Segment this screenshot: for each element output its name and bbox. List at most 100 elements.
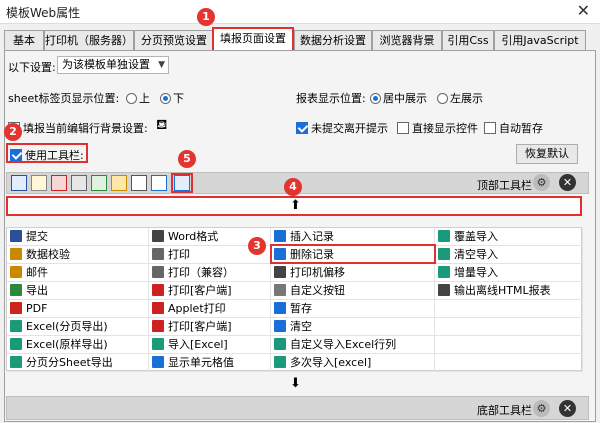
multi-import-excel-label: 多次导入[excel] [290,356,372,369]
printer-offset-icon [274,266,286,278]
excel-paged-export-label: Excel(分页导出) [26,320,108,333]
export-icon [10,284,22,296]
chevron-down-icon: ▼ [158,60,165,70]
grid-item-incremental-import[interactable]: 增量导入 [435,264,583,282]
badge-2: 2 [4,123,22,141]
report-left-label: 左展示 [450,92,483,105]
sheet-bottom-label: 下 [173,92,184,105]
clear-import-icon [438,248,450,260]
tree-icon[interactable] [131,175,147,191]
grid-item-submit[interactable]: 提交 [7,228,149,246]
use-toolbar-label: 使用工具栏: [25,149,84,162]
close-icon[interactable]: ✕ [559,174,576,191]
grid-item-temp-save[interactable]: 暂存 [271,300,435,318]
grid-item-data-validation[interactable]: 数据校验 [7,246,149,264]
grid-item-show-cell-value[interactable]: 显示单元格值 [149,354,271,372]
word-format-icon [152,230,164,242]
paint-bucket-icon[interactable]: ⛾ [156,117,167,135]
sheet-bottom-radio[interactable]: 下 [160,90,184,106]
applet-print-icon [152,302,164,314]
grid-item-print-client-2[interactable]: 打印[客户端] [149,318,271,336]
tab-printer-server[interactable]: 打印机（服务器） [44,30,134,50]
grid-item-excel-paged-export[interactable]: Excel(分页导出) [7,318,149,336]
grid-item-export[interactable]: 导出 [7,282,149,300]
clear-import-label: 清空导入 [454,248,498,261]
grid-item-excel-original-export[interactable]: Excel(原样导出) [7,336,149,354]
import-excel-icon [152,338,164,350]
checkbox-icon [10,149,22,161]
use-toolbar-checkbox[interactable]: 使用工具栏: [10,147,84,163]
grid-item-overwrite-import[interactable]: 覆盖导入 [435,228,583,246]
excel-original-export-label: Excel(原样导出) [26,338,108,351]
excel-original-export-icon [10,338,22,350]
save-icon[interactable] [11,175,27,191]
export-icon[interactable] [91,175,107,191]
sheet-top-radio[interactable]: 上 [126,90,150,106]
paged-sheet-export-icon [10,356,22,368]
print-icon [152,248,164,260]
email-icon[interactable] [111,175,127,191]
unsubmitted-checkbox[interactable]: 未提交离开提示 [296,120,388,136]
custom-button-label: 自定义按钮 [290,284,345,297]
grid-item-multi-import-excel[interactable]: 多次导入[excel] [271,354,435,372]
restore-default-button[interactable]: 恢复默认 [516,144,578,164]
tab-fill-page[interactable]: 填报页面设置 [212,27,294,50]
gear-icon[interactable]: ⚙ [533,400,550,417]
print-client-icon [152,284,164,296]
gear-icon[interactable]: ⚙ [533,174,550,191]
clear-label: 清空 [290,320,312,333]
close-icon[interactable]: ✕ [559,400,576,417]
tab-data-analysis[interactable]: 数据分析设置 [294,30,372,50]
grid-item-clear-import[interactable]: 清空导入 [435,246,583,264]
blank-icon[interactable] [151,175,167,191]
grid-empty-cell [435,300,583,318]
offline-html-report-icon [438,284,450,296]
grid-item-print-compatible[interactable]: 打印（兼容） [149,264,271,282]
top-toolbar-label: 顶部工具栏 [477,179,532,192]
grid-item-custom-button[interactable]: 自定义按钮 [271,282,435,300]
grid-item-print-client[interactable]: 打印[客户端] [149,282,271,300]
print-compatible-icon [152,266,164,278]
grid-item-printer-offset[interactable]: 打印机偏移 [271,264,435,282]
radio-icon [126,93,137,104]
following-label: 以下设置: [8,61,56,74]
tab-basic[interactable]: 基本 [4,30,44,50]
delete-record-highlight [270,244,436,264]
radio-icon [437,93,448,104]
grid-item-email[interactable]: 邮件 [7,264,149,282]
overwrite-import-label: 覆盖导入 [454,230,498,243]
grid-item-import-excel[interactable]: 导入[Excel] [149,336,271,354]
direct-show-checkbox[interactable]: 直接显示控件 [397,120,478,136]
close-icon[interactable]: ✕ [577,2,590,20]
tab-bar: 基本 打印机（服务器） 分页预览设置 填报页面设置 数据分析设置 浏览器背景 引… [4,27,596,50]
checkbox-icon [296,122,308,134]
grid-item-clear[interactable]: 清空 [271,318,435,336]
tab-css[interactable]: 引用Css [442,30,494,50]
grid-item-offline-html-report[interactable]: 输出离线HTML报表 [435,282,583,300]
tab-browser-bg[interactable]: 浏览器背景 [372,30,442,50]
report-center-radio[interactable]: 居中展示 [370,90,427,106]
print-label: 打印 [168,248,190,261]
temp-save-icon [274,302,286,314]
report-left-radio[interactable]: 左展示 [437,90,483,106]
grid-item-paged-sheet-export[interactable]: 分页分Sheet导出 [7,354,149,372]
overwrite-import-icon [438,230,450,242]
word-format-label: Word格式 [168,230,219,243]
toolbar-drop-area[interactable]: ⬆ [6,196,582,216]
tab-page-preview[interactable]: 分页预览设置 [134,30,214,50]
insert-record-label: 插入记录 [290,230,334,243]
printer-icon[interactable] [71,175,87,191]
delete-record-tool-icon[interactable] [174,175,190,191]
fill-bg-checkbox[interactable]: 填报当前编辑行背景设置: [8,120,148,136]
arrow-down-icon: ⬇ [290,376,301,391]
grid-item-custom-import-excel[interactable]: 自定义导入Excel行列 [271,336,435,354]
grid-item-applet-print[interactable]: Applet打印 [149,300,271,318]
setting-scope-select[interactable]: 为该模板单独设置 ▼ [57,56,169,74]
bottom-toolbar-label: 底部工具栏 [477,404,532,417]
custom-button-icon [274,284,286,296]
auto-save-checkbox[interactable]: 自动暂存 [484,120,543,136]
pencil-icon[interactable] [31,175,47,191]
grid-item-pdf[interactable]: PDF [7,300,149,318]
tab-javascript[interactable]: 引用JavaScript [494,30,586,50]
pdf-icon[interactable] [51,175,67,191]
